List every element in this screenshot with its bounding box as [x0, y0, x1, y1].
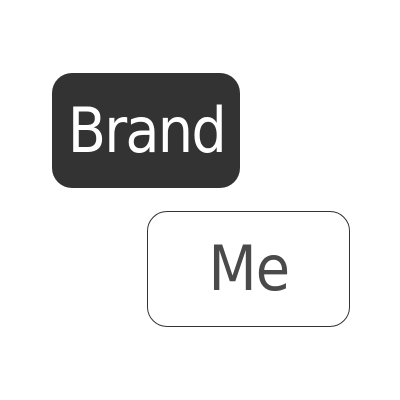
brand-word-box: Brand: [52, 73, 240, 188]
me-word-box: Me: [147, 211, 350, 327]
me-word: Me: [208, 232, 290, 305]
logo-canvas: Brand Me: [0, 0, 400, 400]
brand-word: Brand: [67, 93, 226, 167]
